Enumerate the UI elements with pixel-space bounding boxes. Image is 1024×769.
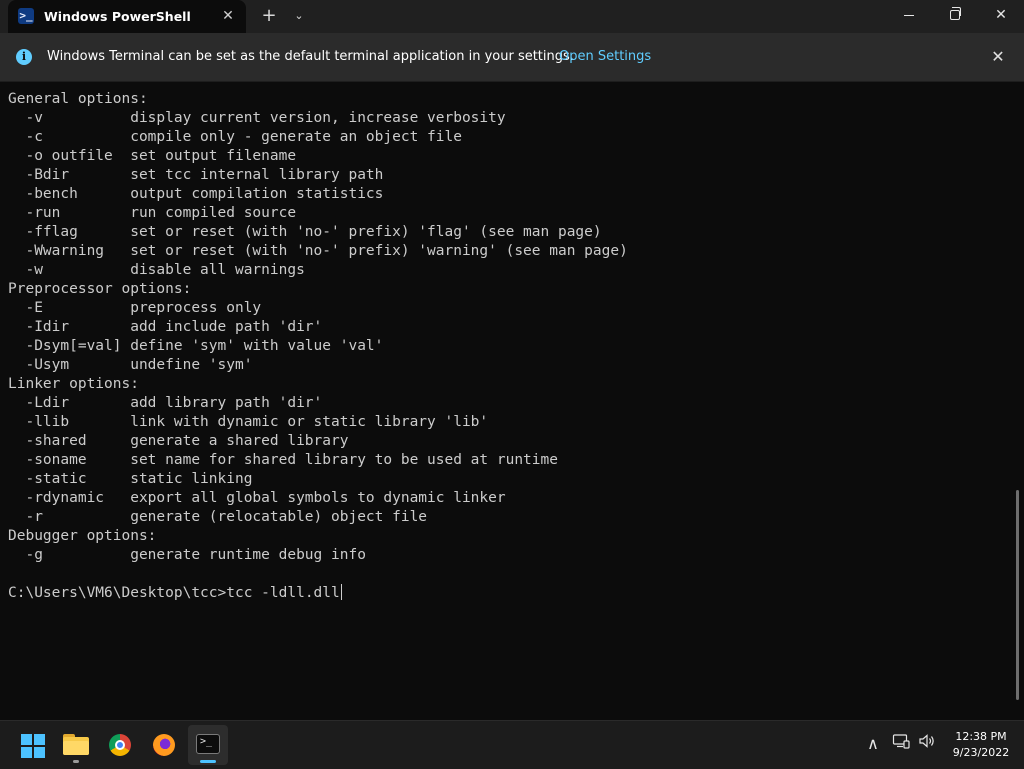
terminal-line: -Usym undefine 'sym' <box>8 357 253 373</box>
terminal-line: -bench output compilation statistics <box>8 186 384 202</box>
terminal-line: -soname set name for shared library to b… <box>8 452 558 468</box>
terminal-line: -fflag set or reset (with 'no-' prefix) … <box>8 224 602 240</box>
terminal-line: -E preprocess only <box>8 300 262 316</box>
terminal-line: -Ldir add library path 'dir' <box>8 395 323 411</box>
chevron-down-icon: ⌄ <box>294 9 304 22</box>
terminal-line: Debugger options: <box>8 528 157 544</box>
clock-time: 12:38 PM <box>955 730 1007 743</box>
info-icon: i <box>16 49 32 65</box>
terminal-line: -v display current version, increase ver… <box>8 110 506 126</box>
terminal-icon: >_ <box>196 734 220 754</box>
chevron-up-icon: ∧ <box>867 734 879 753</box>
open-settings-link[interactable]: Open Settings <box>559 49 651 64</box>
terminal-line: -Bdir set tcc internal library path <box>8 167 384 183</box>
info-bar: i Windows Terminal can be set as the def… <box>0 33 1024 82</box>
info-message: Windows Terminal can be set as the defau… <box>47 49 574 64</box>
terminal-line: -Wwarning set or reset (with 'no-' prefi… <box>8 243 628 259</box>
tab-close-button[interactable]: ✕ <box>218 6 238 26</box>
firefox-icon <box>153 734 175 756</box>
terminal-line: -c compile only - generate an object fil… <box>8 129 462 145</box>
terminal-line: -shared generate a shared library <box>8 433 349 449</box>
maximize-button[interactable] <box>932 0 978 33</box>
terminal-line: -llib link with dynamic or static librar… <box>8 414 489 430</box>
terminal-line: -static static linking <box>8 471 253 487</box>
text-cursor <box>340 584 342 600</box>
terminal-taskbar-button[interactable]: >_ <box>188 725 228 765</box>
taskbar: >_ ∧ 12:38 PM 9/23/2022 <box>0 720 1024 769</box>
terminal-scrollbar[interactable] <box>1016 490 1019 700</box>
close-icon: ✕ <box>995 7 1007 23</box>
command-prompt-line[interactable]: C:\Users\VM6\Desktop\tcc>tcc -ldll.dll <box>8 584 1008 603</box>
terminal-line: -rdynamic export all global symbols to d… <box>8 490 506 506</box>
terminal-line: -r generate (relocatable) object file <box>8 509 428 525</box>
terminal-line: Linker options: <box>8 376 139 392</box>
terminal-line: -o outfile set output filename <box>8 148 297 164</box>
tab-title: Windows PowerShell <box>44 9 191 24</box>
volume-icon <box>919 734 934 748</box>
network-icon <box>892 734 910 749</box>
terminal-line: -Dsym[=val] define 'sym' with value 'val… <box>8 338 384 354</box>
start-button[interactable] <box>12 725 52 765</box>
prompt-path: C:\Users\VM6\Desktop\tcc> <box>8 585 227 601</box>
terminal-line: -w disable all warnings <box>8 262 305 278</box>
clock[interactable]: 12:38 PM 9/23/2022 <box>946 729 1016 761</box>
terminal-line: -g generate runtime debug info <box>8 547 366 563</box>
powershell-icon: >_ <box>18 8 34 24</box>
terminal-line: -run run compiled source <box>8 205 297 221</box>
restore-icon <box>950 7 961 20</box>
chrome-button[interactable] <box>100 725 140 765</box>
show-hidden-icons-button[interactable]: ∧ <box>862 733 884 755</box>
volume-button[interactable] <box>916 733 938 755</box>
file-explorer-button[interactable] <box>56 725 96 765</box>
command-input[interactable]: tcc -ldll.dll <box>226 585 340 601</box>
chrome-icon <box>109 734 131 756</box>
tab-windows-powershell[interactable]: >_ Windows PowerShell ✕ <box>8 0 246 33</box>
plus-icon: + <box>261 5 277 26</box>
minimize-button[interactable] <box>886 0 932 33</box>
terminal-output[interactable]: General options: -v display current vers… <box>8 90 1008 710</box>
terminal-line: Preprocessor options: <box>8 281 192 297</box>
terminal-line: General options: <box>8 91 148 107</box>
title-bar: >_ Windows PowerShell ✕ + ⌄ ✕ <box>0 0 1024 33</box>
running-indicator <box>73 760 79 763</box>
active-indicator <box>200 760 216 763</box>
minimize-icon <box>904 14 914 16</box>
infobar-close-button[interactable]: ✕ <box>986 45 1010 69</box>
clock-date: 9/23/2022 <box>952 746 1010 759</box>
new-tab-button[interactable]: + <box>258 5 280 27</box>
network-button[interactable] <box>890 733 912 755</box>
firefox-button[interactable] <box>144 725 184 765</box>
windows-start-icon <box>21 734 45 758</box>
terminal-line: -Idir add include path 'dir' <box>8 319 323 335</box>
close-window-button[interactable]: ✕ <box>978 0 1024 33</box>
tab-dropdown-button[interactable]: ⌄ <box>288 5 310 27</box>
